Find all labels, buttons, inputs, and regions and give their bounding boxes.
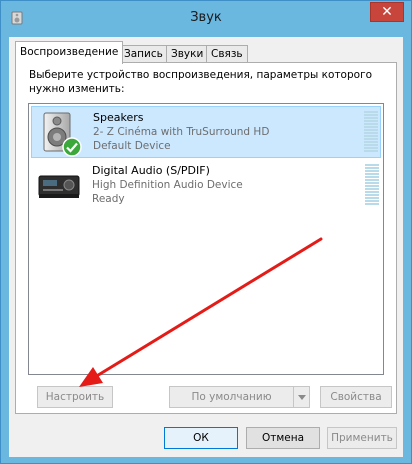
set-default-label: По умолчанию [191, 391, 272, 403]
default-check-icon [62, 137, 82, 157]
tab-playback[interactable]: Воспроизведение [15, 41, 124, 64]
device-description: 2- Z Cinéma with TruSurround HD [93, 126, 270, 138]
tab-communications[interactable]: Связь [206, 45, 248, 63]
properties-button[interactable]: Свойства [320, 386, 392, 408]
device-name: Digital Audio (S/PDIF) [92, 164, 210, 177]
device-item-digital-audio[interactable]: Digital Audio (S/PDIF) High Definition A… [31, 160, 381, 212]
chevron-down-icon[interactable] [293, 387, 309, 407]
dialog-client-area: Воспроизведение Запись Звуки Связь Выбер… [9, 37, 403, 457]
device-item-speakers[interactable]: Speakers 2- Z Cinéma with TruSurround HD… [31, 106, 381, 158]
tab-sounds[interactable]: Звуки [166, 45, 209, 63]
apply-button[interactable]: Применить [327, 427, 397, 449]
device-status: Ready [92, 193, 125, 205]
device-status: Default Device [93, 140, 171, 152]
device-description: High Definition Audio Device [92, 179, 243, 191]
device-list[interactable]: Speakers 2- Z Cinéma with TruSurround HD… [28, 103, 384, 375]
close-button[interactable]: ✕ [370, 2, 404, 22]
instruction-text: Выберите устройство воспроизведения, пар… [29, 69, 373, 95]
ok-button[interactable]: ОК [164, 427, 238, 449]
sound-dialog-window: Звук ✕ Воспроизведение Запись Звуки Связ… [0, 0, 412, 464]
window-title: Звук [190, 10, 222, 25]
cancel-button[interactable]: Отмена [246, 427, 320, 449]
receiver-icon [38, 175, 80, 198]
playback-panel: Выберите устройство воспроизведения, пар… [15, 62, 397, 414]
volume-meter [364, 111, 378, 155]
tab-recording[interactable]: Запись [119, 45, 168, 63]
configure-button[interactable]: Настроить [37, 386, 113, 408]
titlebar[interactable]: Звук ✕ [1, 1, 411, 37]
volume-meter [365, 164, 379, 208]
set-default-button[interactable]: По умолчанию [169, 386, 310, 408]
device-name: Speakers [93, 111, 144, 124]
